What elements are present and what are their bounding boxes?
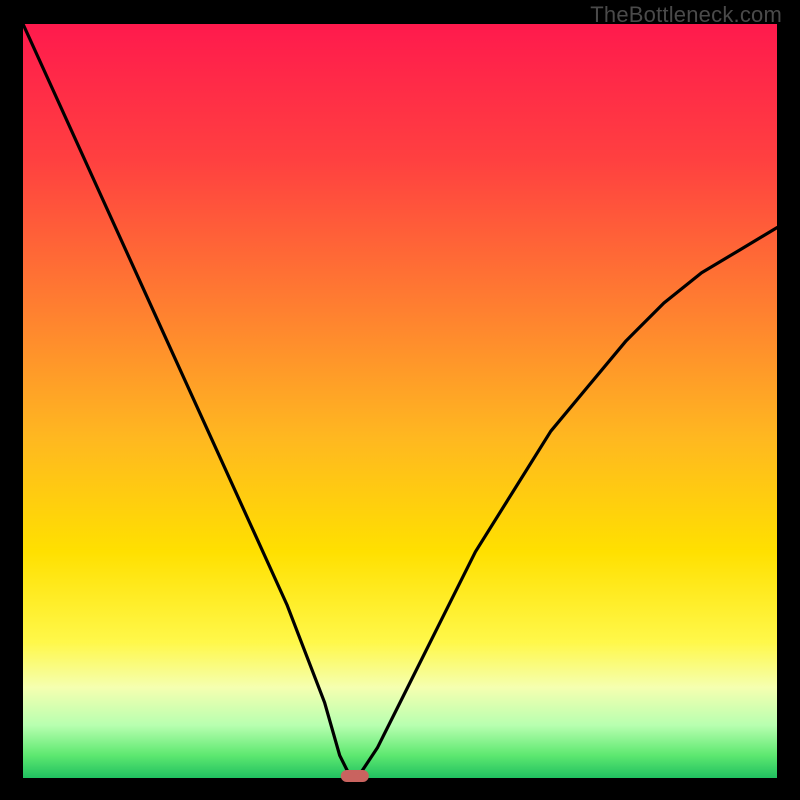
chart-frame: TheBottleneck.com (0, 0, 800, 800)
curve-svg (23, 24, 777, 778)
bottleneck-curve (23, 24, 777, 778)
optimum-marker (341, 770, 369, 782)
plot-area (23, 24, 777, 778)
